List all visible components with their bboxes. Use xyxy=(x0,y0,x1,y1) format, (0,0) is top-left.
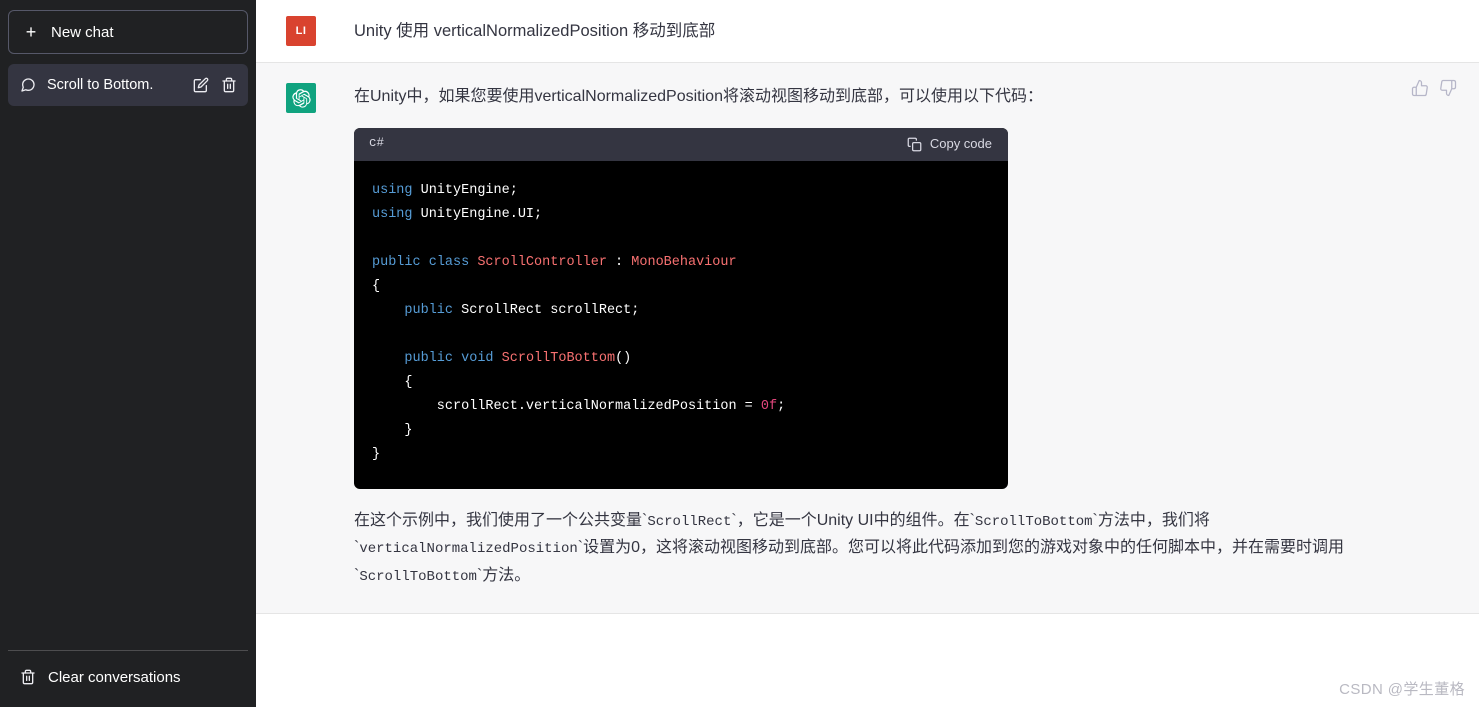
assistant-message: 在Unity中，如果您要使用verticalNormalizedPosition… xyxy=(256,62,1479,615)
code-token: ; xyxy=(509,182,518,198)
code-token: void xyxy=(461,350,502,366)
conversation-list: Scroll to Bottom. xyxy=(8,64,248,106)
clear-conversations-label: Clear conversations xyxy=(48,668,181,686)
code-token: public xyxy=(372,254,429,270)
code-block: c# Copy code using UnityEngine; using Un… xyxy=(354,127,1008,489)
inline-code: verticalNormalizedPosition xyxy=(359,541,578,558)
code-token: public xyxy=(404,302,462,318)
code-token: using xyxy=(372,206,421,222)
conversation-title: Scroll to Bottom. xyxy=(47,77,154,93)
new-chat-button[interactable]: + New chat xyxy=(8,10,248,54)
thumbs-down-icon[interactable] xyxy=(1439,79,1457,97)
code-token: ScrollController xyxy=(477,254,607,270)
chat-area: LI Unity 使用 verticalNormalizedPosition 移… xyxy=(256,0,1479,707)
assistant-message-body: 在Unity中，如果您要使用verticalNormalizedPosition… xyxy=(316,83,1479,589)
sidebar-footer: Clear conversations xyxy=(8,650,248,699)
code-token: class xyxy=(428,254,478,270)
watermark: CSDN @学生董格 xyxy=(1339,681,1465,698)
chatgpt-window: + New chat Scroll to Bottom. Clear conve… xyxy=(0,0,1479,707)
code-token: ScrollToBottom xyxy=(501,350,616,366)
user-avatar-column: LI xyxy=(256,16,316,46)
code-token: ; xyxy=(534,206,543,222)
sidebar-item-conversation[interactable]: Scroll to Bottom. xyxy=(8,64,248,106)
code-token: UnityEngine.UI xyxy=(420,206,535,222)
user-message: LI Unity 使用 verticalNormalizedPosition 移… xyxy=(256,0,1479,62)
code-token: } xyxy=(372,422,413,438)
code-token: UnityEngine xyxy=(420,182,510,198)
code-token: ScrollRect scrollRect; xyxy=(461,302,640,318)
assistant-paragraph-2: 在这个示例中，我们使用了一个公共变量`ScrollRect`，它是一个Unity… xyxy=(354,511,1344,585)
code-token: } xyxy=(372,446,381,462)
code-token: scrollRect.verticalNormalizedPosition = xyxy=(372,398,761,414)
trash-icon[interactable] xyxy=(221,77,237,93)
trash-icon xyxy=(20,669,36,685)
clipboard-icon xyxy=(907,137,922,152)
chat-bubble-icon xyxy=(20,77,36,93)
avatar: LI xyxy=(286,16,316,46)
code-token: () xyxy=(615,350,632,366)
pencil-icon[interactable] xyxy=(193,77,209,93)
code-language-label: c# xyxy=(369,136,385,151)
code-token: { xyxy=(372,278,381,294)
inline-code: ScrollToBottom xyxy=(359,568,477,585)
code-token: : xyxy=(606,254,632,270)
inline-code: ScrollToBottom xyxy=(974,513,1093,530)
code-token: ; xyxy=(777,398,786,414)
code-token: { xyxy=(372,374,413,390)
assistant-avatar-column xyxy=(256,83,316,589)
openai-logo-icon xyxy=(286,83,316,113)
code-token: using xyxy=(372,182,421,198)
new-chat-label: New chat xyxy=(51,23,114,41)
plus-icon: + xyxy=(25,22,37,42)
feedback-buttons xyxy=(1411,79,1457,97)
code-content[interactable]: using UnityEngine; using UnityEngine.UI;… xyxy=(354,161,1008,489)
code-token: public xyxy=(404,350,462,366)
sidebar: + New chat Scroll to Bottom. Clear conve… xyxy=(0,0,256,707)
code-token: MonoBehaviour xyxy=(631,254,737,270)
assistant-paragraph-1: 在Unity中，如果您要使用verticalNormalizedPosition… xyxy=(354,88,1043,105)
clear-conversations-button[interactable]: Clear conversations xyxy=(8,655,248,699)
code-token: 0f xyxy=(760,398,778,414)
user-message-text: Unity 使用 verticalNormalizedPosition 移动到底… xyxy=(354,22,716,40)
thumbs-up-icon[interactable] xyxy=(1411,79,1429,97)
copy-code-button[interactable]: Copy code xyxy=(907,133,992,155)
inline-code: ScrollRect xyxy=(647,513,732,530)
code-block-header: c# Copy code xyxy=(354,127,1008,161)
copy-code-label: Copy code xyxy=(929,135,992,151)
conversation-actions xyxy=(193,77,237,93)
